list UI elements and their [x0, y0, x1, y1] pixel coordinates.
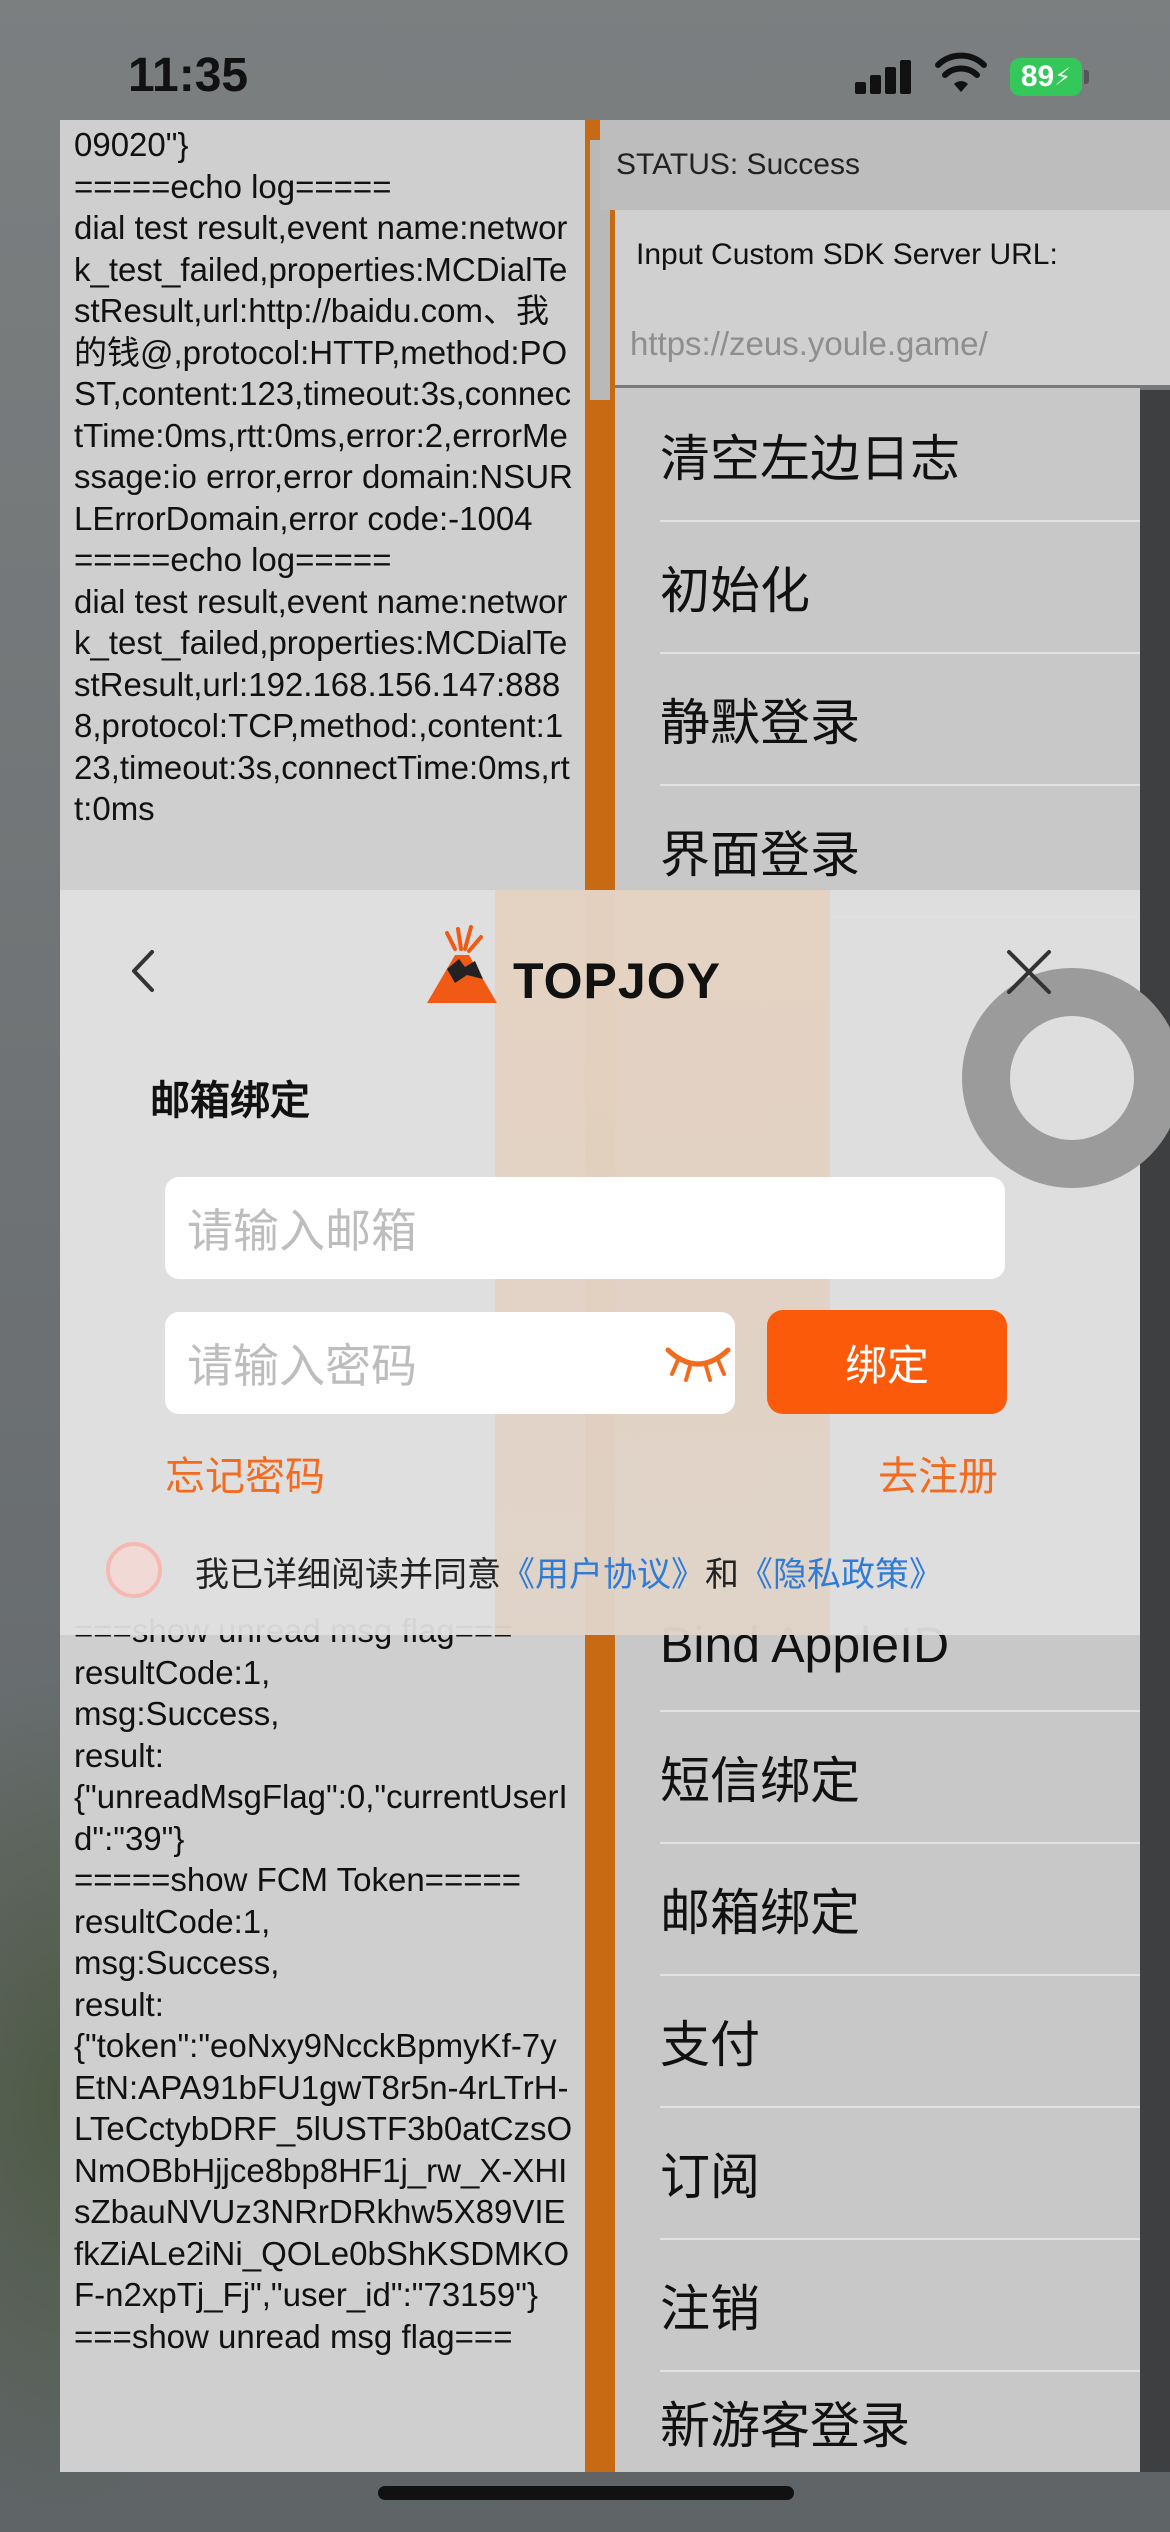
register-link[interactable]: 去注册	[878, 1444, 998, 1502]
status-bar: 11:35 89 ⚡	[0, 0, 1170, 140]
dialog-title: 邮箱绑定	[150, 1079, 310, 1123]
wifi-icon	[935, 52, 987, 92]
signal-icon	[855, 58, 915, 94]
privacy-policy-link[interactable]: 《隐私政策》	[739, 1556, 943, 1594]
charging-icon: ⚡	[1054, 63, 1072, 91]
forgot-password-link[interactable]: 忘记密码	[165, 1444, 325, 1502]
log-text-bottom: ===show unread msg flag=== resultCode:1,…	[74, 1612, 573, 2355]
menu-item-sms-bind[interactable]: 短信绑定	[660, 1712, 1140, 1844]
battery-level: 89	[1020, 60, 1055, 93]
agree-and: 和	[705, 1556, 739, 1594]
battery-tip	[1084, 70, 1089, 84]
home-indicator[interactable]	[378, 2486, 794, 2500]
close-icon[interactable]	[1003, 946, 1055, 998]
log-text-top: 09020"} =====echo log===== dial test res…	[74, 126, 573, 827]
eye-closed-icon[interactable]	[664, 1342, 732, 1382]
agree-checkbox[interactable]	[106, 1542, 162, 1598]
menu-item-pay[interactable]: 支付	[660, 1976, 1140, 2108]
sdk-url-label: Input Custom SDK Server URL:	[636, 238, 1058, 271]
status-text: STATUS: Success	[616, 148, 860, 181]
menu-item-email-bind[interactable]: 邮箱绑定	[660, 1844, 1140, 1976]
menu-item-clear-log[interactable]: 清空左边日志	[660, 390, 1140, 522]
menu-item-logout[interactable]: 注销	[660, 2240, 1140, 2372]
status-time: 11:35	[128, 49, 249, 102]
battery-indicator: 89 ⚡	[1010, 58, 1082, 96]
password-placeholder: 请输入密码	[187, 1340, 417, 1392]
right-edge	[1140, 390, 1170, 2472]
agree-prefix: 我已详细阅读并同意	[195, 1556, 501, 1594]
menu-item-subscribe[interactable]: 订阅	[660, 2108, 1140, 2240]
back-icon[interactable]	[120, 946, 170, 996]
menu-item-new-guest-login[interactable]: 新游客登录	[660, 2372, 1140, 2472]
agreement-text: 我已详细阅读并同意《用户协议》和《隐私政策》	[195, 1547, 943, 1596]
loading-ring	[962, 968, 1170, 1188]
user-agreement-link[interactable]: 《用户协议》	[501, 1556, 705, 1594]
menu-item-init[interactable]: 初始化	[660, 522, 1140, 654]
sdk-url-input[interactable]: https://zeus.youle.game/	[630, 325, 988, 363]
menu-item-silent-login[interactable]: 静默登录	[660, 654, 1140, 786]
bind-button[interactable]: 绑定	[767, 1310, 1007, 1414]
email-placeholder: 请输入邮箱	[187, 1205, 417, 1257]
logo-text: TOPJOY	[513, 953, 721, 1009]
password-input[interactable]: 请输入密码	[165, 1312, 735, 1414]
email-input[interactable]: 请输入邮箱	[165, 1177, 1005, 1279]
